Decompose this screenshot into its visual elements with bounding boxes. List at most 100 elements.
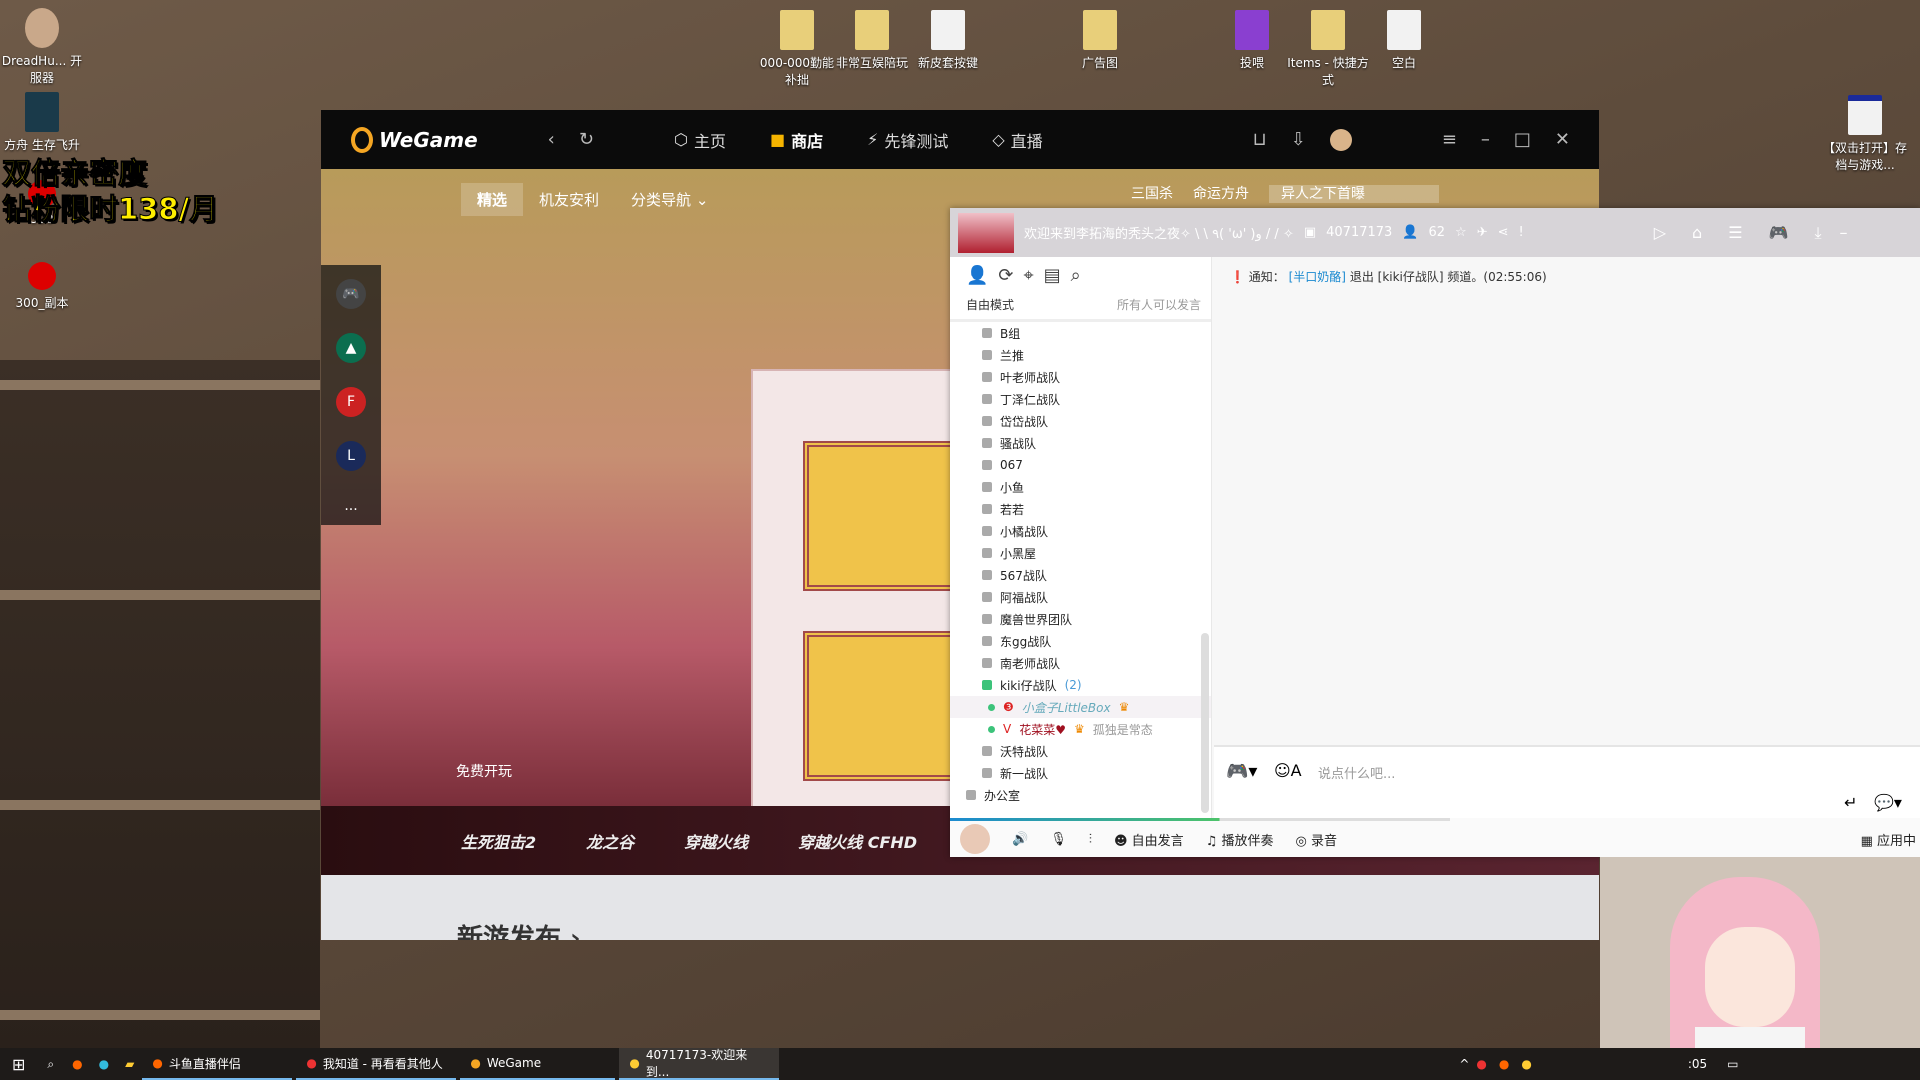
refresh-icon[interactable]: ↻ xyxy=(579,129,594,150)
tray-icon[interactable]: ● xyxy=(1470,1057,1492,1071)
message-input[interactable]: 说点什么吧... xyxy=(1318,763,1395,782)
channel-item[interactable]: 魔兽世界团队 xyxy=(950,608,1211,630)
nav-home[interactable]: ⬡ 主页 xyxy=(674,128,726,152)
channel-item[interactable]: 叶老师战队 xyxy=(950,366,1211,388)
desktop-icon-save-tool[interactable]: 【双击打开】存档与游戏... xyxy=(1820,95,1910,173)
tray-icon[interactable]: ● xyxy=(1515,1057,1537,1071)
channel-item[interactable]: 兰推 xyxy=(950,344,1211,366)
store-search-input[interactable]: 异人之下首曝 xyxy=(1269,185,1439,203)
nav-live[interactable]: ◇ 直播 xyxy=(992,128,1042,152)
tab-categories[interactable]: 分类导航 ⌄ xyxy=(615,183,724,216)
desktop-icon-folder[interactable]: 000-000勤能补拙 xyxy=(755,10,839,88)
desktop-icon-folder[interactable]: 投喂 xyxy=(1210,10,1294,71)
share-icon[interactable]: ⋖ xyxy=(1498,225,1509,240)
tab-featured[interactable]: 精选 xyxy=(461,183,524,216)
record-button[interactable]: ◎ 录音 xyxy=(1295,830,1337,849)
game-icon-cf[interactable]: F xyxy=(336,387,366,417)
clock[interactable]: :05 xyxy=(1688,1057,1707,1071)
menu-icon[interactable]: ≡ xyxy=(1442,129,1457,150)
desktop-icon-dreadhunger[interactable]: DreadHu... 开服器 xyxy=(0,8,84,86)
taskbar-item-wegame[interactable]: ● WeGame xyxy=(460,1048,616,1080)
channel-item[interactable]: 东gg战队 xyxy=(950,630,1211,652)
edge-icon[interactable]: ● xyxy=(91,1057,117,1071)
channel-item[interactable]: 丁泽仁战队 xyxy=(950,388,1211,410)
channel-item[interactable]: 沃特战队 xyxy=(950,740,1211,762)
chat-bubble-icon[interactable]: 💬▾ xyxy=(1874,793,1902,812)
game-logo[interactable]: 生死狙击2 xyxy=(461,829,536,853)
desktop-icon-folder[interactable]: 非常互娱陪玩 xyxy=(830,10,914,71)
channel-item[interactable]: 067 xyxy=(950,454,1211,476)
close-icon[interactable]: ✕ xyxy=(1555,129,1570,150)
tab-recommendations[interactable]: 机友安利 xyxy=(523,183,615,216)
user-avatar[interactable] xyxy=(1329,128,1352,151)
game-icon-triangle[interactable]: ▲ xyxy=(336,333,366,363)
maximize-icon[interactable]: □ xyxy=(1514,129,1531,150)
plane-icon[interactable]: ✈ xyxy=(1477,225,1488,240)
link-sanguosha[interactable]: 三国杀 xyxy=(1131,185,1173,203)
translate-icon[interactable]: ☺A xyxy=(1274,761,1302,780)
my-avatar[interactable] xyxy=(960,824,990,854)
star-icon[interactable]: ☆ xyxy=(1455,225,1467,240)
channel-item[interactable]: 新一战队 xyxy=(950,762,1211,784)
desktop-icon-300-copy[interactable]: 300_副本 xyxy=(0,262,84,311)
tray-icon[interactable]: ● xyxy=(1493,1057,1515,1071)
gamepad-emoji-icon[interactable]: 🎮▾ xyxy=(1226,761,1257,782)
notification-icon[interactable]: ▭ xyxy=(1727,1057,1738,1071)
channel-item[interactable]: 567战队 xyxy=(950,564,1211,586)
channel-item[interactable]: 岱岱战队 xyxy=(950,410,1211,432)
free-speak-button[interactable]: ☻ 自由发言 xyxy=(1114,830,1184,849)
link-lost-ark[interactable]: 命运方舟 xyxy=(1193,185,1249,203)
location-icon[interactable]: ⌖ xyxy=(1024,265,1034,286)
alert-icon[interactable]: ! xyxy=(1519,225,1524,240)
speaker-icon[interactable]: 🔊 xyxy=(1012,832,1028,847)
game-logo[interactable]: 穿越火线 CFHD xyxy=(798,829,917,853)
channel-scrollbar[interactable] xyxy=(1201,633,1209,813)
list-icon[interactable]: ☰ xyxy=(1728,223,1742,242)
refresh-icon[interactable]: ⟳ xyxy=(998,265,1013,286)
channel-item[interactable]: 小鱼 xyxy=(950,476,1211,498)
channel-user[interactable]: V 花菜菜♥ ♛ 孤独是常态 xyxy=(950,718,1211,740)
channel-item[interactable]: 骚战队 xyxy=(950,432,1211,454)
nav-store[interactable]: ■ 商店 xyxy=(770,128,823,152)
app-center-button[interactable]: ▦ 应用中 xyxy=(1861,830,1920,849)
user-icon[interactable]: 👤 xyxy=(966,265,988,286)
channel-item[interactable]: 若若 xyxy=(950,498,1211,520)
channel-item[interactable]: 南老师战队 xyxy=(950,652,1211,674)
taskbar-item-netease-music[interactable]: ● 我知道 - 再看看其他人 xyxy=(296,1048,457,1080)
library-icon[interactable]: ⊔ xyxy=(1253,129,1267,150)
microphone-icon[interactable]: 🎙 xyxy=(1050,832,1067,847)
download-icon[interactable]: ⤓ xyxy=(1814,223,1821,243)
search-icon[interactable]: ⌕ xyxy=(1071,265,1081,286)
taskbar-item-douyu[interactable]: ● 斗鱼直播伴侣 xyxy=(142,1048,293,1080)
notes-icon[interactable]: ▤ xyxy=(1044,265,1061,286)
section-title[interactable]: 新游发布 › xyxy=(457,918,581,940)
channel-item-open[interactable]: kiki仔战队 (2) xyxy=(950,674,1211,696)
home-icon[interactable]: ⌂ xyxy=(1692,223,1702,242)
tray-chevron-icon[interactable]: ^ xyxy=(1459,1057,1469,1071)
channel-item[interactable]: B组 xyxy=(950,322,1211,344)
channel-item[interactable]: 阿福战队 xyxy=(950,586,1211,608)
channel-user[interactable]: ❸ 小盒子LittleBox ♛ xyxy=(950,696,1211,718)
download-icon[interactable]: ⇩ xyxy=(1291,129,1306,150)
game-icon-lol[interactable]: L xyxy=(336,441,366,471)
free-play-label[interactable]: 免费开玩 xyxy=(456,761,512,781)
desktop-icon-shortcut[interactable]: Items - 快捷方式 xyxy=(1286,10,1370,88)
firefox-icon[interactable]: ● xyxy=(64,1057,90,1071)
desktop-icon-folder[interactable]: 广告图 xyxy=(1058,10,1142,71)
video-icon[interactable]: ▷ xyxy=(1654,223,1666,242)
desktop-icon-ark[interactable]: 方舟 生存飞升 xyxy=(0,92,84,153)
message-input-area[interactable]: 🎮▾ ☺A 说点什么吧... ↵ 💬▾ xyxy=(1214,745,1920,818)
enter-icon[interactable]: ↵ xyxy=(1844,793,1857,812)
game-logo[interactable]: 龙之谷 xyxy=(586,829,634,853)
desktop-icon-document[interactable]: 新皮套按键 xyxy=(906,10,990,71)
taskbar-item-yy[interactable]: ● 40717173-欢迎来到... xyxy=(619,1048,780,1080)
gamepad-icon[interactable]: 🎮 xyxy=(336,279,366,309)
notice-user-link[interactable]: [半口奶酪] xyxy=(1289,270,1346,284)
more-icon[interactable]: ··· xyxy=(336,495,366,525)
desktop-icon-document[interactable]: 空白 xyxy=(1362,10,1446,71)
channel-item[interactable]: 小黑屋 xyxy=(950,542,1211,564)
minimize-icon[interactable]: – xyxy=(1840,223,1848,242)
nav-beta-test[interactable]: ⚡ 先锋测试 xyxy=(867,128,948,152)
channel-item[interactable]: 小橘战队 xyxy=(950,520,1211,542)
gamepad-icon[interactable]: 🎮 xyxy=(1769,223,1789,242)
